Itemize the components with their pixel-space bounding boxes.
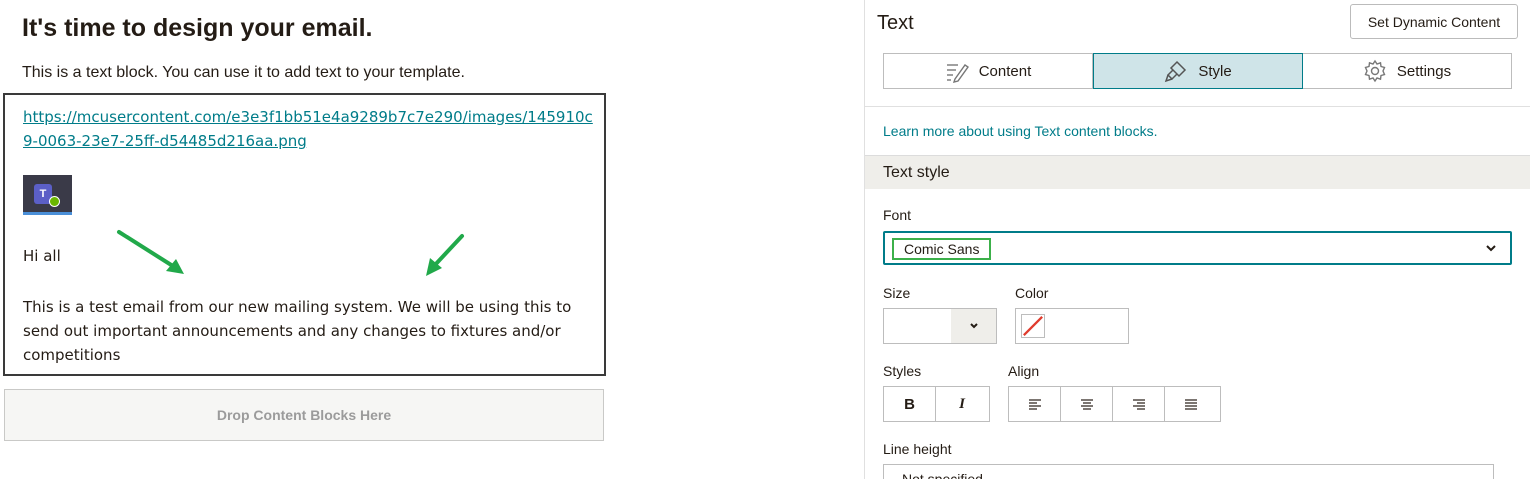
bold-button[interactable]: B [884,387,936,421]
intro-text-block[interactable]: This is a text block. You can use it to … [22,64,465,82]
line-height-select[interactable]: Not specified [883,464,1494,479]
align-center-icon [1080,399,1093,410]
align-left-icon [1028,399,1041,410]
tab-label: Style [1198,62,1232,80]
tab-settings[interactable]: Settings [1303,54,1511,88]
tab-label: Content [978,62,1032,80]
check-badge-icon [49,196,60,207]
panel-title: Text [877,12,914,34]
panel-tabs: Content Style Settings [883,53,1512,89]
italic-button[interactable]: I [936,387,988,421]
pencil-lines-icon [946,64,969,83]
styles-label: Styles [883,363,922,379]
section-header-text-style[interactable]: Text style [865,155,1530,189]
no-color-swatch-icon [1021,314,1045,338]
tab-style[interactable]: Style [1093,53,1303,89]
size-dropdown-button[interactable] [951,309,996,343]
image-url-link[interactable]: https://mcusercontent.com/e3e3f1bb51e4a9… [23,108,593,150]
font-label: Font [883,207,912,223]
selected-text-block[interactable]: https://mcusercontent.com/e3e3f1bb51e4a9… [3,93,606,376]
divider [865,106,1530,107]
greeting-text: Hi all [23,247,61,265]
image-link-paragraph: https://mcusercontent.com/e3e3f1bb51e4a9… [23,105,593,153]
email-canvas: It's time to design your email. This is … [0,0,864,479]
tab-content[interactable]: Content [884,54,1093,88]
drop-zone[interactable]: Drop Content Blocks Here [4,389,604,441]
size-label: Size [883,285,911,301]
learn-more-link[interactable]: Learn more about using Text content bloc… [883,123,1157,139]
editor-panel: Text Set Dynamic Content Content Style S… [865,0,1530,479]
size-select[interactable] [883,308,997,344]
align-button-group [1008,386,1221,422]
align-right-icon [1132,399,1145,410]
color-label: Color [1015,285,1049,301]
align-right-button[interactable] [1113,387,1165,421]
image-underline [23,212,72,215]
align-center-button[interactable] [1061,387,1113,421]
font-selected-value: Comic Sans [892,238,992,260]
color-picker[interactable] [1015,308,1129,344]
paint-brush-icon [1165,60,1187,83]
line-height-label: Line height [883,441,952,457]
tab-label: Settings [1396,62,1452,80]
font-select[interactable]: Comic Sans [883,231,1512,265]
align-justify-button[interactable] [1165,387,1217,421]
green-arrow-icon [117,230,184,274]
gear-icon [1364,59,1386,83]
styles-button-group: B I [883,386,990,422]
align-label: Align [1008,363,1040,379]
green-arrow-icon [426,234,464,276]
align-left-button[interactable] [1009,387,1061,421]
chevron-down-icon [969,323,978,329]
align-justify-icon [1185,399,1197,410]
chevron-down-icon [1486,245,1496,252]
teams-image[interactable]: T [23,175,72,215]
page-title: It's time to design your email. [22,14,373,42]
set-dynamic-content-button[interactable]: Set Dynamic Content [1350,4,1518,39]
body-text: This is a test email from our new mailin… [23,298,572,364]
